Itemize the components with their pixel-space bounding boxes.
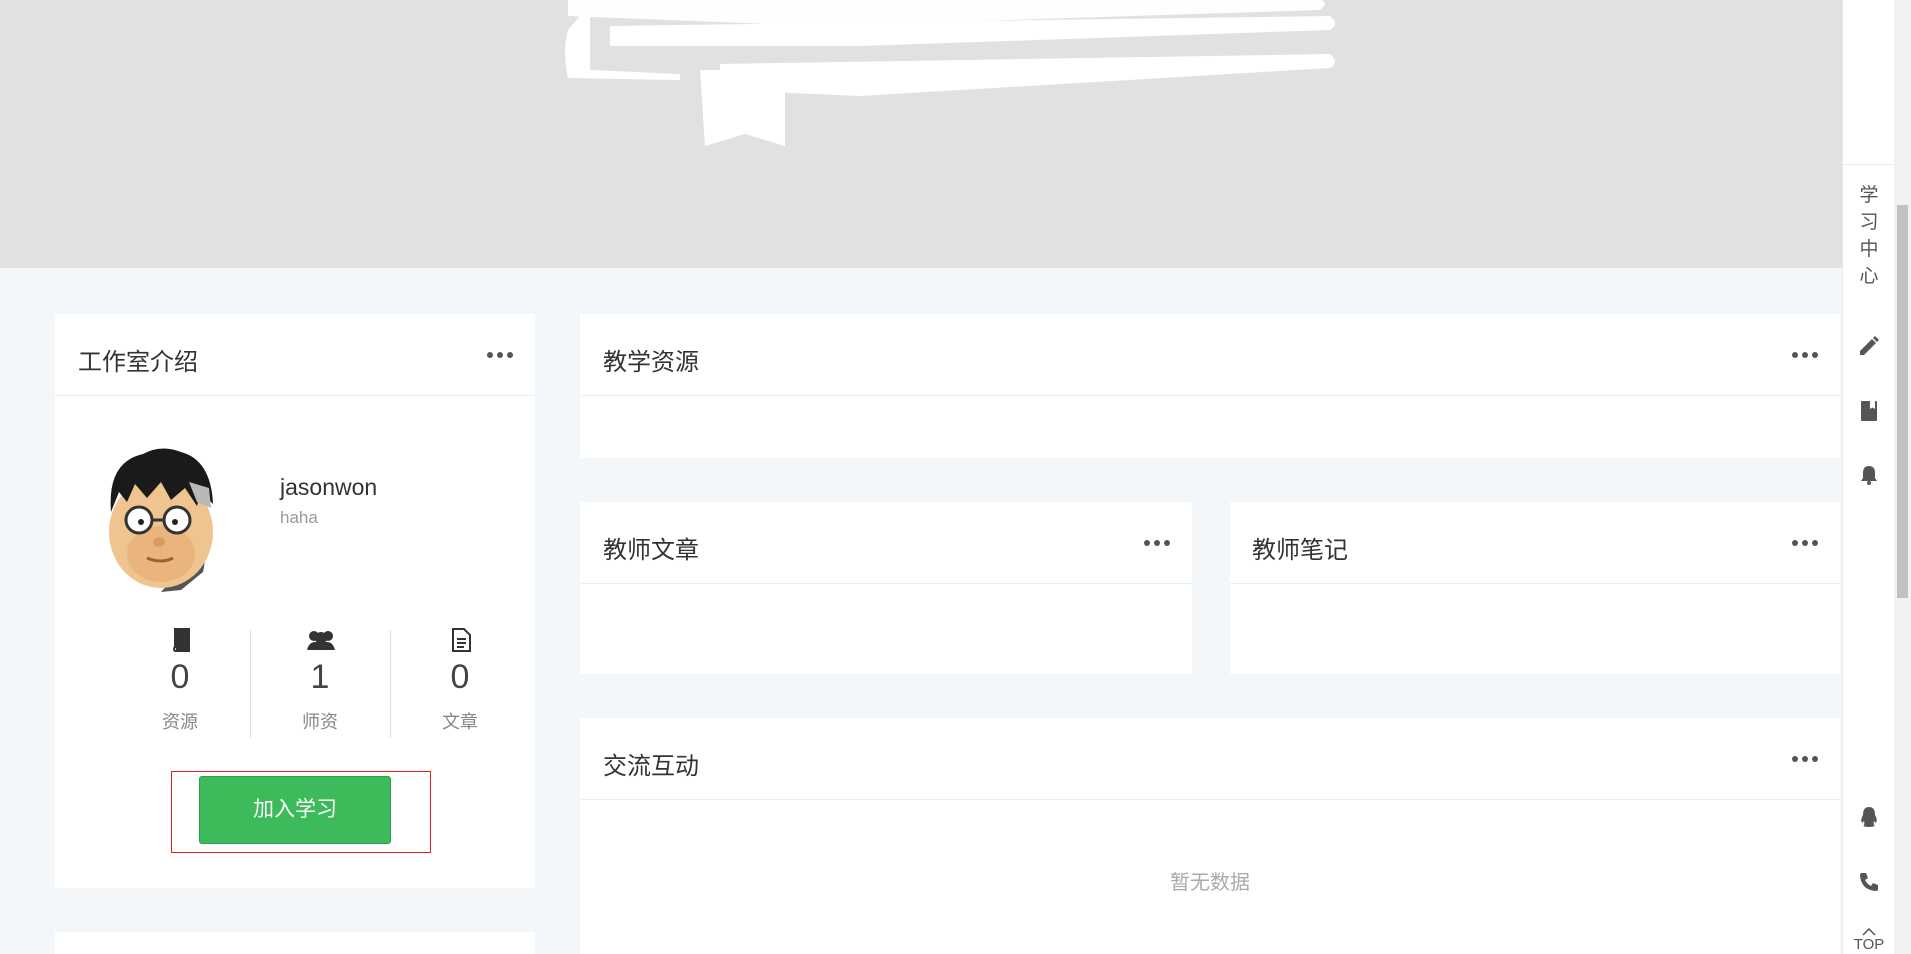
- more-icon[interactable]: [1790, 348, 1820, 360]
- bell-icon[interactable]: [1857, 463, 1881, 487]
- scrollbar[interactable]: [1894, 0, 1911, 954]
- stat-label: 文章: [442, 712, 478, 732]
- teacher-notes-card: 教师笔记: [1230, 502, 1840, 674]
- card-title: 教学资源: [603, 349, 699, 376]
- stat-resources: 0 资源: [110, 622, 250, 738]
- studio-stats: 0 资源 1 师资 0 文章: [110, 622, 530, 738]
- studio-intro-card: 工作室介绍 jasonwon haha 0 资源 1 师资 0 文章 加入学习: [55, 314, 535, 888]
- card-title: 教师笔记: [1252, 537, 1348, 564]
- card-header: 教师文章: [580, 502, 1192, 584]
- card-header: 教学资源: [580, 314, 1840, 396]
- secondary-card: [55, 932, 535, 954]
- right-toolbar: 学习中心 TOP: [1842, 0, 1895, 954]
- stat-articles: 0 文章: [390, 622, 530, 738]
- qq-icon[interactable]: [1857, 805, 1881, 829]
- stat-value: 1: [310, 658, 330, 696]
- card-title: 交流互动: [603, 753, 699, 780]
- avatar: [109, 448, 213, 592]
- card-title: 教师文章: [603, 537, 699, 564]
- stat-label: 师资: [302, 712, 338, 732]
- pencil-icon[interactable]: [1857, 334, 1881, 358]
- card-title: 工作室介绍: [78, 349, 198, 376]
- empty-state: 暂无数据: [1170, 872, 1250, 894]
- phone-icon[interactable]: [1857, 870, 1881, 894]
- teaching-resources-card: 教学资源: [580, 314, 1840, 458]
- hero-banner: [0, 0, 1842, 268]
- more-icon[interactable]: [1142, 536, 1172, 548]
- scrollbar-thumb[interactable]: [1897, 205, 1908, 598]
- divider: [1843, 164, 1895, 165]
- card-header: 工作室介绍: [55, 314, 535, 396]
- more-icon[interactable]: [485, 348, 515, 360]
- books-illustration-icon: [565, 0, 1335, 146]
- user-subtitle: haha: [280, 508, 318, 527]
- more-icon[interactable]: [1790, 752, 1820, 764]
- chevron-up-icon: [1862, 928, 1876, 936]
- more-icon[interactable]: [1790, 536, 1820, 548]
- document-icon: [452, 628, 471, 652]
- book-icon[interactable]: [1857, 399, 1881, 423]
- username: jasonwon: [280, 474, 378, 500]
- card-header: 交流互动: [580, 718, 1840, 800]
- interaction-card: 交流互动 暂无数据: [580, 718, 1840, 954]
- stat-label: 资源: [162, 712, 198, 732]
- card-header: 教师笔记: [1230, 502, 1840, 584]
- stat-teachers: 1 师资: [250, 622, 390, 738]
- users-icon: [307, 631, 335, 650]
- teacher-articles-card: 教师文章: [580, 502, 1192, 674]
- join-study-button[interactable]: 加入学习: [199, 776, 391, 844]
- back-to-top-button[interactable]: TOP: [1849, 928, 1889, 953]
- stat-value: 0: [450, 658, 470, 696]
- stat-value: 0: [170, 658, 190, 696]
- book-icon: [172, 628, 190, 652]
- top-label: TOP: [1853, 936, 1885, 953]
- study-center-link[interactable]: 学习中心: [1858, 182, 1880, 290]
